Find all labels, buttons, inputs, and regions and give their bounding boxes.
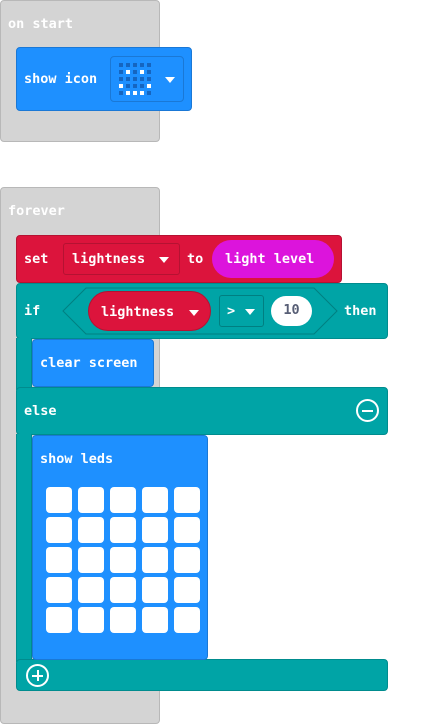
icon-pixel — [119, 84, 123, 88]
icon-pixel — [140, 63, 144, 67]
icon-pixel — [133, 70, 137, 74]
led-cell[interactable] — [78, 547, 104, 573]
icon-pixel — [140, 77, 144, 81]
led-cell[interactable] — [174, 547, 200, 573]
icon-pixel — [133, 77, 137, 81]
led-cell[interactable] — [174, 517, 200, 543]
icon-pixel — [147, 63, 151, 67]
plus-icon-v — [36, 670, 39, 681]
icon-pixel — [133, 91, 137, 95]
icon-pixel — [126, 77, 130, 81]
icon-preview-grid — [119, 63, 155, 99]
led-cell[interactable] — [78, 487, 104, 513]
then-label: then — [344, 303, 377, 319]
show-leds-label: show leds — [40, 451, 114, 467]
led-cell[interactable] — [46, 487, 72, 513]
icon-pixel — [147, 70, 151, 74]
remove-else-button[interactable] — [356, 399, 379, 422]
led-cell[interactable] — [78, 577, 104, 603]
add-else-if-button[interactable] — [26, 664, 49, 687]
led-cell[interactable] — [46, 577, 72, 603]
icon-pixel — [119, 77, 123, 81]
icon-pixel — [133, 84, 137, 88]
forever-label: forever — [8, 203, 65, 219]
variable-name: lightness — [72, 251, 146, 267]
led-cell[interactable] — [110, 577, 136, 603]
led-cell[interactable] — [46, 547, 72, 573]
minus-icon — [362, 409, 373, 412]
if-else-block-footer[interactable] — [16, 659, 388, 691]
led-cell[interactable] — [174, 577, 200, 603]
icon-pixel — [126, 91, 130, 95]
icon-picker-dropdown[interactable] — [110, 56, 184, 102]
led-grid[interactable] — [46, 487, 202, 637]
icon-pixel — [140, 84, 144, 88]
led-cell[interactable] — [142, 577, 168, 603]
icon-pixel — [126, 63, 130, 67]
if-else-block-left-arm — [16, 338, 32, 390]
set-label: set — [24, 251, 49, 267]
led-cell[interactable] — [174, 607, 200, 633]
led-cell[interactable] — [142, 607, 168, 633]
led-cell[interactable] — [110, 607, 136, 633]
led-cell[interactable] — [78, 607, 104, 633]
led-cell[interactable] — [142, 517, 168, 543]
chevron-down-icon — [165, 77, 175, 83]
clear-screen-label: clear screen — [40, 355, 138, 371]
operator-label: > — [227, 303, 236, 319]
led-cell[interactable] — [78, 517, 104, 543]
on-start-label: on start — [8, 16, 74, 32]
icon-pixel — [126, 70, 130, 74]
led-cell[interactable] — [110, 487, 136, 513]
chevron-down-icon — [189, 310, 199, 316]
chevron-down-icon — [245, 309, 255, 315]
number-input[interactable]: 10 — [271, 296, 312, 326]
icon-pixel — [140, 91, 144, 95]
to-label: to — [187, 251, 204, 267]
led-cell[interactable] — [110, 547, 136, 573]
lightness-reporter[interactable]: lightness — [88, 291, 211, 331]
if-label: if — [24, 303, 41, 319]
lightness-variable-label: lightness — [101, 304, 175, 320]
led-cell[interactable] — [174, 487, 200, 513]
if-else-block-left-arm — [16, 434, 32, 662]
led-cell[interactable] — [110, 517, 136, 543]
icon-pixel — [147, 84, 151, 88]
icon-pixel — [147, 77, 151, 81]
icon-pixel — [119, 63, 123, 67]
show-icon-label: show icon — [24, 71, 98, 87]
led-cell[interactable] — [46, 607, 72, 633]
icon-pixel — [126, 84, 130, 88]
led-cell[interactable] — [142, 487, 168, 513]
led-cell[interactable] — [142, 547, 168, 573]
led-cell[interactable] — [46, 517, 72, 543]
else-section[interactable] — [16, 387, 388, 435]
icon-pixel — [119, 91, 123, 95]
icon-pixel — [119, 70, 123, 74]
variable-dropdown[interactable]: lightness — [63, 243, 180, 275]
light-level-reporter[interactable]: light level — [212, 240, 334, 278]
icon-pixel — [147, 91, 151, 95]
icon-pixel — [133, 63, 137, 67]
operator-dropdown[interactable]: > — [219, 295, 264, 327]
chevron-down-icon — [159, 257, 169, 263]
else-label: else — [24, 403, 57, 419]
light-level-label: light level — [225, 251, 315, 267]
icon-pixel — [140, 70, 144, 74]
